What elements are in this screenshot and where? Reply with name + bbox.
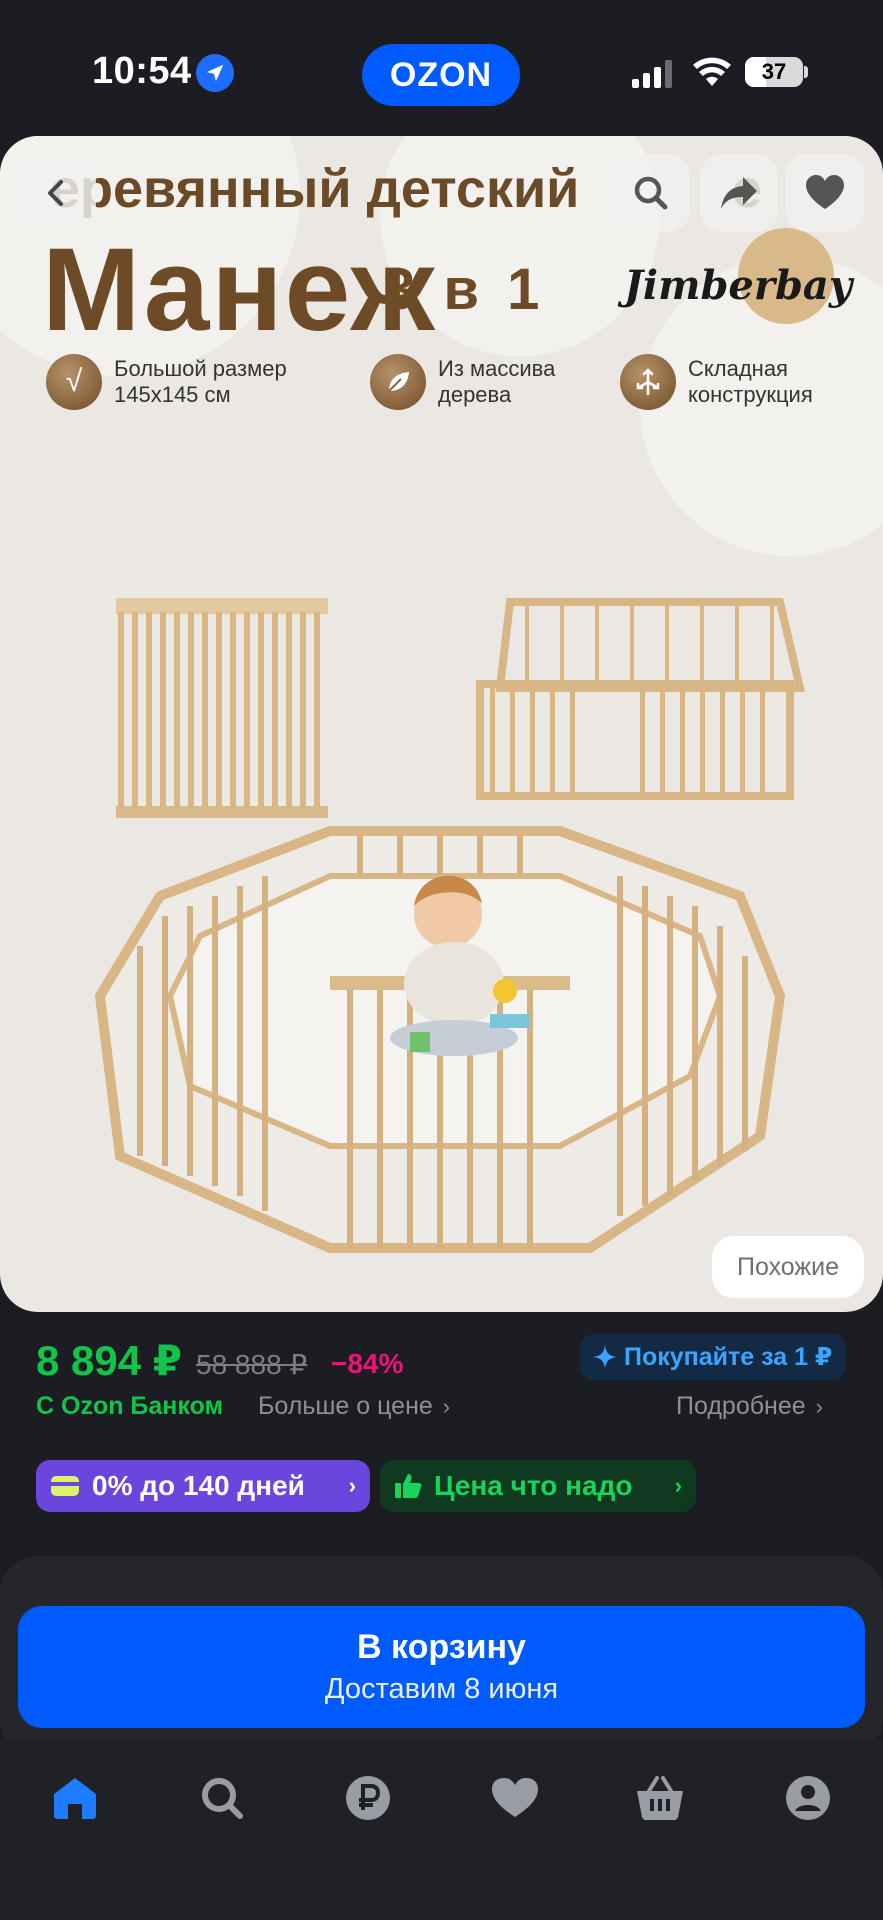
profile-icon (786, 1776, 830, 1820)
chevron-right-icon: › (442, 1393, 451, 1419)
leaf-icon (370, 354, 426, 410)
share-button[interactable] (700, 154, 778, 232)
price-section: 8 894 ₽ 58 888 ₽ −84% Покупайте за 1 ₽ С… (0, 1312, 883, 1540)
more-about-price-link[interactable]: Больше о цене › (258, 1392, 450, 1421)
details-label: Подробнее (676, 1392, 806, 1420)
octagon-playpen-illustration (94, 826, 786, 1253)
heart-icon (492, 1778, 538, 1817)
add-to-cart-button[interactable]: В корзину Доставим 8 июня (18, 1606, 865, 1728)
good-price-label: Цена что надо (434, 1470, 633, 1501)
feature-material: Из массива дерева (370, 354, 555, 410)
buy-for-1-rub-badge[interactable]: Покупайте за 1 ₽ (580, 1334, 847, 1380)
more-about-price-label: Больше о цене (258, 1392, 433, 1420)
tab-search[interactable] (192, 1768, 252, 1828)
discount-percent: −84% (331, 1348, 404, 1379)
similar-button[interactable]: Похожие (712, 1236, 864, 1298)
add-to-cart-label: В корзину (357, 1628, 526, 1666)
battery-level: 37 (761, 59, 787, 84)
back-button[interactable] (18, 154, 96, 232)
search-icon (202, 1778, 243, 1819)
folded-playpen-illustration (116, 598, 328, 818)
basket-icon (637, 1776, 683, 1820)
brand-logo: Jimberbay (624, 262, 853, 309)
feature-material-text: Из массива дерева (438, 356, 556, 407)
signal-icon (632, 60, 672, 88)
tab-home[interactable] (45, 1768, 105, 1828)
wifi-icon (693, 57, 731, 86)
status-bar: 10:54 OZON 37 (0, 0, 883, 140)
current-price: 8 894 ₽ (36, 1337, 182, 1384)
installment-badge[interactable]: 0% до 140 дней › (36, 1460, 370, 1512)
tab-cart[interactable] (630, 1768, 690, 1828)
playpen-illustration (94, 598, 806, 1253)
bottom-tab-bar (0, 1740, 883, 1920)
product-image[interactable]: еревянный детский е Манеж 3 в 1 Jimberba… (0, 136, 883, 1312)
feature-size-text: Большой размер 145x145 см (114, 356, 287, 407)
feature-folding: Складная конструкция (620, 354, 813, 410)
location-arrow-icon (196, 54, 234, 92)
search-icon (634, 176, 668, 210)
buy-for-1-rub-label: Покупайте за 1 ₽ (624, 1343, 833, 1371)
installment-label: 0% до 140 дней (92, 1470, 305, 1501)
tab-profile[interactable] (778, 1768, 838, 1828)
ozon-logo[interactable]: OZON (362, 44, 520, 106)
thumbs-up-icon (394, 1472, 422, 1500)
battery-tip (804, 66, 808, 78)
status-time: 10:54 (92, 50, 192, 92)
ruble-icon (346, 1776, 390, 1820)
tab-favorites[interactable] (485, 1768, 545, 1828)
feature-size: √ Большой размер 145x145 см (46, 354, 287, 410)
home-icon (54, 1778, 96, 1819)
image-title-line-2: Манеж (42, 224, 437, 356)
tab-finance[interactable] (338, 1768, 398, 1828)
share-icon (721, 177, 757, 209)
sparkle-icon (593, 1345, 617, 1369)
chevron-right-icon: › (348, 1473, 356, 1498)
chevron-right-icon: › (674, 1473, 682, 1498)
ozon-bank-price-label: С Ozon Банком (36, 1392, 224, 1420)
search-button[interactable] (612, 154, 690, 232)
card-icon (50, 1475, 80, 1497)
chevron-right-icon: › (815, 1393, 823, 1419)
favorite-icon (806, 175, 844, 209)
check-icon: √ (46, 354, 102, 410)
good-price-badge[interactable]: Цена что надо › (380, 1460, 696, 1512)
back-icon (48, 180, 63, 206)
feature-folding-text: Складная конструкция (688, 356, 813, 407)
fold-arrows-icon (620, 354, 676, 410)
details-link[interactable]: Подробнее › (676, 1392, 823, 1421)
image-title-line-1: еревянный детский (50, 159, 580, 219)
delivery-date-label: Доставим 8 июня (324, 1673, 559, 1705)
image-title-line-3: 3 в 1 (383, 257, 546, 322)
battery-icon: 37 (745, 57, 803, 87)
favorite-button[interactable] (786, 154, 864, 232)
old-price: 58 888 ₽ (196, 1349, 308, 1380)
